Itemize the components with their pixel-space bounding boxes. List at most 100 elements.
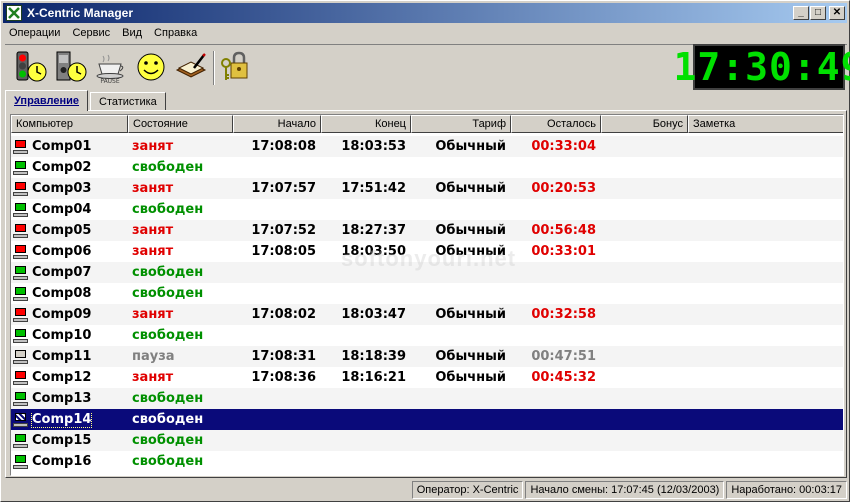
pause-button[interactable]: PAUSE (93, 49, 129, 85)
computer-icon (13, 433, 29, 449)
start-session-button[interactable] (13, 49, 49, 85)
table-row[interactable]: Comp04 свободен (11, 199, 843, 220)
cell-remaining: 00:33:01 (531, 244, 596, 259)
cell-start: 17:08:05 (251, 244, 316, 259)
computer-name: Comp03 (32, 181, 92, 196)
cell-tariff: Обычный (435, 370, 506, 385)
table-row[interactable]: Comp13 свободен (11, 388, 843, 409)
cell-state: свободен (132, 412, 204, 427)
cell-end: 18:03:50 (341, 244, 406, 259)
computer-timer-button[interactable] (53, 49, 89, 85)
cell-state: свободен (132, 328, 204, 343)
column-header-end[interactable]: Конец (321, 115, 411, 133)
cell-start: 17:08:02 (251, 307, 316, 322)
table-row[interactable]: Comp02 свободен (11, 157, 843, 178)
menu-view[interactable]: Вид (116, 27, 148, 39)
computer-icon (13, 160, 29, 176)
cell-computer: Comp11 (11, 349, 128, 365)
menu-help[interactable]: Справка (148, 27, 203, 39)
computer-icon (13, 307, 29, 323)
cell-tariff: Обычный (435, 223, 506, 238)
cell-remaining: 00:45:32 (531, 370, 596, 385)
cell-computer: Comp05 (11, 223, 128, 239)
cell-remaining: 00:47:51 (531, 349, 596, 364)
table-row[interactable]: Comp12 занят 17:08:36 18:16:21 Обычный 00:45:… (11, 367, 843, 388)
menu-operations[interactable]: Операции (3, 27, 66, 39)
column-header-tariff[interactable]: Тариф (411, 115, 511, 133)
computer-icon (13, 328, 29, 344)
tab-statistics[interactable]: Статистика (90, 92, 166, 110)
computer-name: Comp10 (32, 328, 92, 343)
journal-button[interactable] (173, 49, 209, 85)
cell-state: свободен (132, 286, 204, 301)
column-header-state[interactable]: Состояние (128, 115, 233, 133)
table-row[interactable]: Comp05 занят 17:07:52 18:27:37 Обычный 00:56:… (11, 220, 843, 241)
cell-state: занят (132, 181, 174, 196)
table-row[interactable]: Comp07 свободен (11, 262, 843, 283)
cell-computer: Comp03 (11, 181, 128, 197)
cell-remaining: 00:56:48 (531, 223, 596, 238)
title-bar[interactable]: X-Centric Manager _ □ ✕ (3, 3, 847, 23)
cell-tariff: Обычный (435, 307, 506, 322)
computer-icon (13, 286, 29, 302)
minimize-icon: _ (798, 7, 804, 18)
main-window: X-Centric Manager _ □ ✕ Операции Сервис … (0, 0, 850, 502)
table-row[interactable]: Comp16 свободен (11, 451, 843, 472)
cell-end: 18:16:21 (341, 370, 406, 385)
tab-control[interactable]: Управление (5, 90, 89, 111)
status-worked: Наработано: 00:03:17 (726, 481, 847, 499)
column-header-start[interactable]: Начало (233, 115, 321, 133)
cell-computer: Comp16 (11, 454, 128, 470)
minimize-button[interactable]: _ (793, 6, 809, 20)
cell-start: 17:07:57 (251, 181, 316, 196)
cell-state: занят (132, 244, 174, 259)
table-row[interactable]: Comp06 занят 17:08:05 18:03:50 Обычный 00:33:… (11, 241, 843, 262)
table-row[interactable]: Comp15 свободен (11, 430, 843, 451)
menu-service[interactable]: Сервис (66, 27, 116, 39)
computer-icon (13, 412, 29, 428)
computer-name: Comp06 (32, 244, 92, 259)
cell-state: занят (132, 370, 174, 385)
tab-strip: Управление Статистика (5, 90, 168, 111)
computer-name: Comp14 (30, 411, 93, 428)
column-header-remaining[interactable]: Осталось (511, 115, 601, 133)
table-body: Comp01 занят 17:08:08 18:03:53 Обычный 00:33:… (11, 136, 843, 472)
column-header-note[interactable]: Заметка (688, 115, 843, 133)
table-row[interactable]: Comp10 свободен (11, 325, 843, 346)
close-button[interactable]: ✕ (829, 6, 845, 20)
key-lock-icon (221, 51, 248, 80)
lock-button[interactable] (217, 49, 253, 85)
cell-tariff: Обычный (435, 139, 506, 154)
smiley-button[interactable] (133, 49, 169, 85)
table-row[interactable]: Comp14 свободен (11, 409, 843, 430)
cell-computer: Comp06 (11, 244, 128, 260)
column-header-bonus[interactable]: Бонус (601, 115, 688, 133)
cell-computer: Comp10 (11, 328, 128, 344)
table-row[interactable]: Comp08 свободен (11, 283, 843, 304)
computer-name: Comp12 (32, 370, 92, 385)
maximize-button[interactable]: □ (810, 6, 826, 20)
cell-tariff: Обычный (435, 244, 506, 259)
table-row[interactable]: Comp09 занят 17:08:02 18:03:47 Обычный 00:32:… (11, 304, 843, 325)
cell-state: занят (132, 307, 174, 322)
cell-state: занят (132, 139, 174, 154)
table-header: Компьютер Состояние Начало Конец Тариф О… (11, 115, 843, 133)
cell-state: пауза (132, 349, 175, 364)
computer-name: Comp07 (32, 265, 92, 280)
window-title: X-Centric Manager (27, 6, 134, 20)
cell-end: 18:03:53 (341, 139, 406, 154)
computer-name: Comp01 (32, 139, 92, 154)
cell-state: свободен (132, 160, 204, 175)
cell-state: свободен (132, 454, 204, 469)
table-row[interactable]: Comp01 занят 17:08:08 18:03:53 Обычный 00:33:… (11, 136, 843, 157)
cell-remaining: 00:20:53 (531, 181, 596, 196)
maximize-icon: □ (814, 7, 822, 18)
computer-icon (13, 454, 29, 470)
computer-icon (13, 349, 29, 365)
table-row[interactable]: Comp03 занят 17:07:57 17:51:42 Обычный 00:20:… (11, 178, 843, 199)
column-header-computer[interactable]: Компьютер (11, 115, 128, 133)
table-row[interactable]: Comp11 пауза 17:08:31 18:18:39 Обычный 00:47:… (11, 346, 843, 367)
cell-computer: Comp09 (11, 307, 128, 323)
computer-name: Comp13 (32, 391, 92, 406)
cell-computer: Comp15 (11, 433, 128, 449)
